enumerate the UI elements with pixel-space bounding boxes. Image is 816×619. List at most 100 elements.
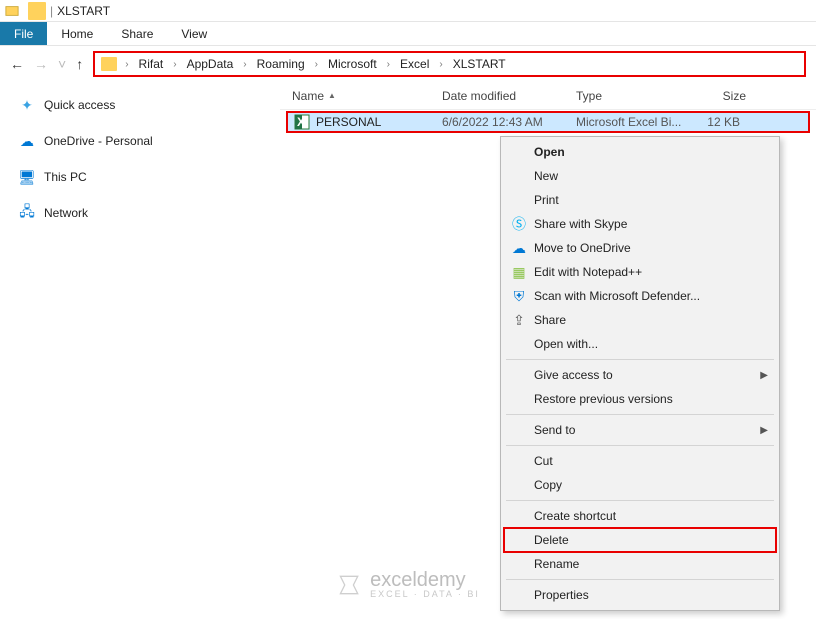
- breadcrumb-item[interactable]: Excel: [398, 57, 431, 71]
- sidebar-item-quick-access[interactable]: ✦ Quick access: [0, 92, 280, 118]
- sort-indicator-icon: ▲: [328, 91, 336, 100]
- excel-file-icon: X: [294, 114, 310, 130]
- col-size[interactable]: Size: [684, 89, 752, 103]
- ctx-share-with-skype[interactable]: Ⓢ Share with Skype: [504, 212, 776, 236]
- ctx-rename[interactable]: Rename: [504, 552, 776, 576]
- pc-icon: 🖥: [18, 169, 36, 185]
- chevron-icon[interactable]: ›: [237, 59, 252, 70]
- ctx-properties[interactable]: Properties: [504, 583, 776, 607]
- col-name-label: Name: [292, 89, 324, 103]
- ctx-label: Edit with Notepad++: [534, 265, 642, 279]
- share-icon: ⇪: [510, 311, 528, 329]
- breadcrumb-item[interactable]: AppData: [185, 57, 236, 71]
- ctx-scan-with-microsoft-defender-[interactable]: ⛨Scan with Microsoft Defender...: [504, 284, 776, 308]
- watermark: exceldemy EXCEL · DATA · BI: [336, 570, 480, 599]
- tab-view[interactable]: View: [167, 22, 221, 45]
- ctx-label: Open: [534, 145, 565, 159]
- sidebar-item-network[interactable]: 🖧 Network: [0, 200, 280, 226]
- column-headers: Name ▲ Date modified Type Size: [280, 82, 816, 110]
- chevron-icon[interactable]: ›: [167, 59, 182, 70]
- cloud-icon: ☁: [510, 239, 528, 257]
- ctx-label: Rename: [534, 557, 579, 571]
- nav-controls: ← → ˅ ↑: [10, 56, 83, 72]
- svg-text:X: X: [297, 115, 305, 129]
- title-separator: |: [50, 4, 53, 18]
- file-name: PERSONAL: [316, 115, 381, 129]
- chevron-icon[interactable]: ›: [309, 59, 324, 70]
- ctx-new[interactable]: New: [504, 164, 776, 188]
- ctx-give-access-to[interactable]: Give access to ▶: [504, 363, 776, 387]
- col-type[interactable]: Type: [570, 89, 684, 103]
- col-date[interactable]: Date modified: [436, 89, 570, 103]
- sidebar-label: Quick access: [44, 98, 115, 112]
- shield-icon: ⛨: [510, 287, 528, 305]
- file-name-cell: X PERSONAL: [288, 114, 436, 130]
- network-icon: 🖧: [18, 205, 36, 221]
- sidebar: ✦ Quick access ☁ OneDrive - Personal 🖥 T…: [0, 82, 280, 619]
- ctx-open[interactable]: Open: [504, 140, 776, 164]
- chevron-icon[interactable]: ›: [119, 59, 134, 70]
- chevron-icon[interactable]: ›: [381, 59, 396, 70]
- file-row-selected[interactable]: X PERSONAL 6/6/2022 12:43 AM Microsoft E…: [286, 111, 810, 133]
- ctx-print[interactable]: Print: [504, 188, 776, 212]
- title-bar: | XLSTART: [0, 0, 816, 22]
- ctx-label: Share with Skype: [534, 217, 627, 231]
- ctx-restore-previous-versions[interactable]: Restore previous versions: [504, 387, 776, 411]
- skype-icon: Ⓢ: [510, 215, 528, 233]
- watermark-sub: EXCEL · DATA · BI: [370, 590, 480, 599]
- recent-dropdown[interactable]: ˅: [58, 56, 66, 72]
- ctx-label: Open with...: [534, 337, 598, 351]
- star-icon: ✦: [18, 97, 36, 113]
- ctx-label: Share: [534, 313, 566, 327]
- tab-file[interactable]: File: [0, 22, 47, 45]
- ctx-create-shortcut[interactable]: Create shortcut: [504, 504, 776, 528]
- nav-row: ← → ˅ ↑ › Rifat › AppData › Roaming › Mi…: [0, 46, 816, 82]
- back-button[interactable]: ←: [10, 56, 24, 72]
- breadcrumb-item[interactable]: Rifat: [137, 57, 166, 71]
- ctx-separator: [506, 500, 774, 501]
- file-size: 12 KB: [684, 115, 746, 129]
- chevron-icon[interactable]: ›: [433, 59, 448, 70]
- ctx-label: New: [534, 169, 558, 183]
- ctx-separator: [506, 445, 774, 446]
- ctx-label: Cut: [534, 454, 553, 468]
- col-name[interactable]: Name ▲: [286, 89, 436, 103]
- ctx-label: Give access to: [534, 368, 613, 382]
- ctx-label: Delete: [534, 533, 569, 547]
- breadcrumb-item[interactable]: Roaming: [255, 57, 307, 71]
- sidebar-item-this-pc[interactable]: 🖥 This PC: [0, 164, 280, 190]
- forward-button[interactable]: →: [34, 56, 48, 72]
- cloud-icon: ☁: [18, 133, 36, 149]
- tab-share[interactable]: Share: [107, 22, 167, 45]
- sidebar-label: Network: [44, 206, 88, 220]
- ctx-label: Copy: [534, 478, 562, 492]
- ctx-delete[interactable]: Delete: [504, 528, 776, 552]
- qat-icon: [28, 2, 46, 20]
- ribbon-tabs: File Home Share View: [0, 22, 816, 46]
- ctx-edit-with-notepad-[interactable]: ▦ Edit with Notepad++: [504, 260, 776, 284]
- notepad-icon: ▦: [510, 263, 528, 281]
- ctx-separator: [506, 359, 774, 360]
- ctx-send-to[interactable]: Send to ▶: [504, 418, 776, 442]
- breadcrumb-item[interactable]: XLSTART: [451, 57, 508, 71]
- file-type: Microsoft Excel Bi...: [570, 115, 684, 129]
- address-bar[interactable]: › Rifat › AppData › Roaming › Microsoft …: [93, 51, 806, 77]
- ctx-cut[interactable]: Cut: [504, 449, 776, 473]
- watermark-icon: [336, 572, 362, 598]
- ctx-share[interactable]: ⇪ Share: [504, 308, 776, 332]
- breadcrumb-item[interactable]: Microsoft: [326, 57, 379, 71]
- ctx-move-to-onedrive[interactable]: ☁ Move to OneDrive: [504, 236, 776, 260]
- ctx-label: Send to: [534, 423, 575, 437]
- ctx-open-with-[interactable]: Open with...: [504, 332, 776, 356]
- ctx-label: Properties: [534, 588, 589, 602]
- tab-home[interactable]: Home: [47, 22, 107, 45]
- up-button[interactable]: ↑: [76, 56, 83, 72]
- sidebar-item-onedrive[interactable]: ☁ OneDrive - Personal: [0, 128, 280, 154]
- ctx-label: Create shortcut: [534, 509, 616, 523]
- ctx-copy[interactable]: Copy: [504, 473, 776, 497]
- chevron-right-icon: ▶: [760, 425, 768, 436]
- ctx-label: Print: [534, 193, 559, 207]
- ctx-label: Move to OneDrive: [534, 241, 631, 255]
- watermark-text: exceldemy: [370, 570, 466, 590]
- chevron-right-icon: ▶: [760, 370, 768, 381]
